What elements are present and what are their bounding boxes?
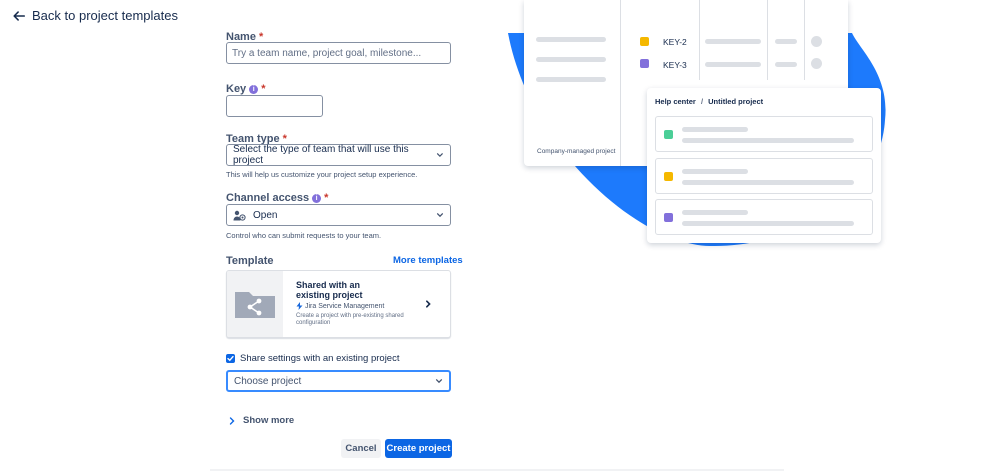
template-thumbnail xyxy=(227,271,283,337)
green-status-square xyxy=(664,130,673,139)
template-product: Jira Service Management xyxy=(296,302,444,310)
info-icon[interactable]: i xyxy=(249,84,259,94)
skeleton-line xyxy=(682,169,748,174)
channel-access-help: Control who can submit requests to your … xyxy=(226,231,382,240)
skeleton-line xyxy=(682,221,854,226)
chevron-right-icon xyxy=(426,300,431,308)
illustration: KEY-2 KEY-3 Company-managed project Help… xyxy=(500,0,998,260)
name-input[interactable]: Try a team name, project goal, milestone… xyxy=(226,42,451,64)
help-center-panel: Help center / Untitled project xyxy=(647,88,881,243)
key-label: Key i * xyxy=(226,83,266,95)
purple-status-square xyxy=(640,59,649,68)
template-description: Create a project with pre-existing share… xyxy=(296,313,404,326)
people-icon xyxy=(233,210,246,221)
skeleton-line xyxy=(682,127,748,132)
request-card xyxy=(655,158,873,194)
back-to-templates-link[interactable]: Back to project templates xyxy=(12,8,178,23)
request-card xyxy=(655,199,873,235)
show-more-label: Show more xyxy=(243,415,295,426)
check-icon xyxy=(227,355,234,362)
key-label-3: KEY-3 xyxy=(663,60,687,70)
project-type-label: Company-managed project xyxy=(537,148,616,155)
yellow-status-square xyxy=(640,37,649,46)
team-type-value: Select the type of team that will use th… xyxy=(233,144,409,166)
skeleton-line xyxy=(682,180,854,185)
choose-project-select[interactable]: Choose project xyxy=(226,370,451,392)
back-link-label: Back to project templates xyxy=(32,8,178,23)
jira-service-management-icon xyxy=(296,302,303,310)
chevron-down-icon xyxy=(437,153,444,158)
channel-access-label: Channel access i * xyxy=(226,192,329,204)
skeleton-line xyxy=(775,39,797,44)
key-input[interactable] xyxy=(226,95,323,117)
request-card xyxy=(655,116,873,152)
skeleton-line xyxy=(682,138,854,143)
column-divider xyxy=(767,0,768,80)
info-icon[interactable]: i xyxy=(312,193,322,203)
shared-folder-icon xyxy=(235,292,275,318)
yellow-status-square xyxy=(664,172,673,181)
share-settings-row[interactable]: Share settings with an existing project xyxy=(226,353,399,364)
skeleton-line xyxy=(536,77,606,82)
create-project-button[interactable]: Create project xyxy=(385,439,452,458)
more-templates-link[interactable]: More templates xyxy=(393,255,463,266)
key-label-2: KEY-2 xyxy=(663,37,687,47)
skeleton-line xyxy=(536,37,606,42)
share-settings-checkbox[interactable] xyxy=(226,354,235,363)
skeleton-line xyxy=(705,39,761,44)
skeleton-line xyxy=(682,210,748,215)
skeleton-line xyxy=(775,62,797,67)
skeleton-line xyxy=(536,57,606,62)
avatar-placeholder xyxy=(811,36,822,47)
channel-access-value: Open xyxy=(253,209,278,221)
arrow-left-icon xyxy=(13,10,26,21)
breadcrumb: Help center / Untitled project xyxy=(655,97,764,106)
template-card[interactable]: Shared with an existing project Jira Ser… xyxy=(226,270,451,338)
template-label: Template xyxy=(226,255,274,267)
purple-status-square xyxy=(664,213,673,222)
column-divider xyxy=(804,0,805,80)
template-title: Shared with an existing project xyxy=(296,280,363,300)
channel-access-select[interactable]: Open xyxy=(226,204,451,226)
name-placeholder: Try a team name, project goal, milestone… xyxy=(232,47,422,59)
skeleton-line xyxy=(705,62,761,67)
share-settings-label: Share settings with an existing project xyxy=(240,353,400,364)
column-divider xyxy=(620,0,621,166)
chevron-right-icon xyxy=(229,416,235,425)
team-type-select[interactable]: Select the type of team that will use th… xyxy=(226,144,451,166)
choose-project-value: Choose project xyxy=(234,375,302,387)
team-type-help: This will help us customize your project… xyxy=(226,170,418,179)
cancel-button[interactable]: Cancel xyxy=(341,439,381,458)
show-more-toggle[interactable]: Show more xyxy=(229,415,294,426)
avatar-placeholder xyxy=(811,58,822,69)
column-divider xyxy=(699,0,700,80)
chevron-down-icon xyxy=(436,213,444,218)
chevron-down-icon xyxy=(435,379,443,384)
